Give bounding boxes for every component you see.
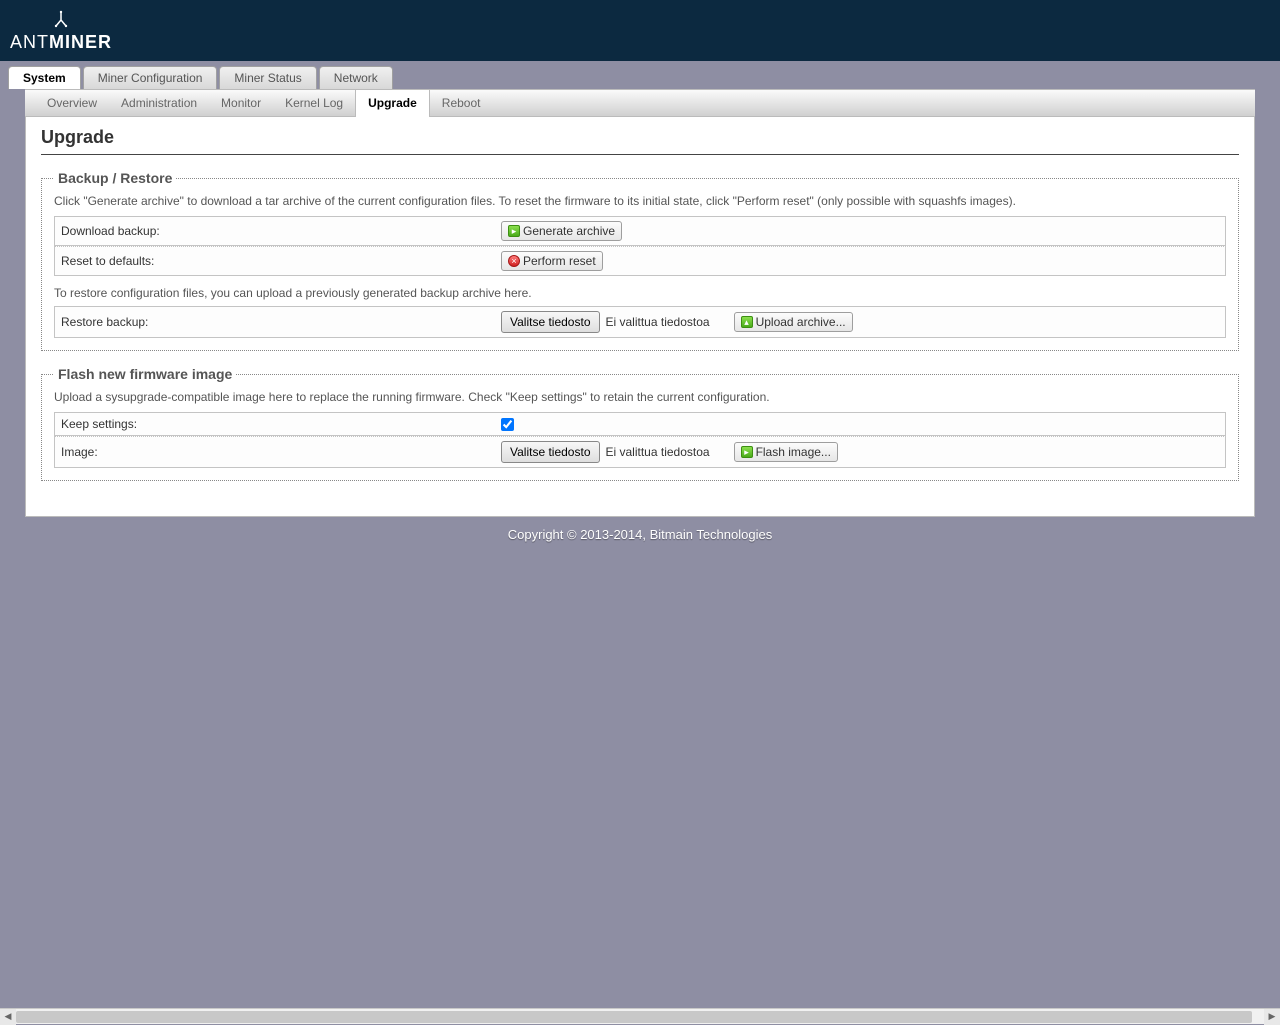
footer: Copyright © 2013-2014, Bitmain Technolog… bbox=[0, 517, 1280, 552]
restore-file-status: Ei valittua tiedostoa bbox=[606, 315, 710, 329]
image-row: Image: Valitse tiedosto Ei valittua tied… bbox=[54, 436, 1226, 468]
generate-archive-label: Generate archive bbox=[523, 224, 615, 238]
content-area: Upgrade Backup / Restore Click "Generate… bbox=[25, 117, 1255, 517]
upload-archive-button[interactable]: ▴ Upload archive... bbox=[734, 312, 853, 332]
scroll-track[interactable] bbox=[16, 1009, 1264, 1025]
backup-description: Click "Generate archive" to download a t… bbox=[54, 194, 1226, 208]
download-backup-row: Download backup: ▸ Generate archive bbox=[54, 216, 1226, 246]
backup-restore-fieldset: Backup / Restore Click "Generate archive… bbox=[41, 170, 1239, 351]
image-file-status: Ei valittua tiedostoa bbox=[606, 445, 710, 459]
subtab-administration[interactable]: Administration bbox=[109, 90, 209, 116]
perform-reset-button[interactable]: × Perform reset bbox=[501, 251, 603, 271]
download-icon: ▸ bbox=[508, 225, 520, 237]
backup-restore-legend: Backup / Restore bbox=[54, 170, 176, 186]
scroll-left-arrow-icon[interactable]: ◀ bbox=[0, 1009, 16, 1025]
subtab-upgrade[interactable]: Upgrade bbox=[355, 90, 430, 117]
flash-icon: ▸ bbox=[741, 446, 753, 458]
flash-image-label: Flash image... bbox=[756, 445, 831, 459]
flash-image-button[interactable]: ▸ Flash image... bbox=[734, 442, 838, 462]
horizontal-scrollbar[interactable]: ◀ ▶ bbox=[0, 1008, 1280, 1024]
reset-icon: × bbox=[508, 255, 520, 267]
page-title: Upgrade bbox=[41, 127, 1239, 155]
main-tabs: System Miner Configuration Miner Status … bbox=[0, 61, 1280, 89]
restore-backup-label: Restore backup: bbox=[61, 315, 501, 329]
restore-note: To restore configuration files, you can … bbox=[54, 286, 1226, 300]
scroll-thumb[interactable] bbox=[16, 1011, 1252, 1023]
app-header: ANTMINER bbox=[0, 0, 1280, 61]
upload-icon: ▴ bbox=[741, 316, 753, 328]
logo-icon bbox=[51, 10, 71, 33]
image-label: Image: bbox=[61, 445, 501, 459]
tab-network[interactable]: Network bbox=[319, 66, 393, 89]
perform-reset-label: Perform reset bbox=[523, 254, 596, 268]
scroll-right-arrow-icon[interactable]: ▶ bbox=[1264, 1009, 1280, 1025]
brand-logo: ANTMINER bbox=[10, 10, 112, 51]
subtab-monitor[interactable]: Monitor bbox=[209, 90, 273, 116]
restore-file-button[interactable]: Valitse tiedosto bbox=[501, 311, 600, 333]
brand-name: ANTMINER bbox=[10, 33, 112, 51]
tab-miner-status[interactable]: Miner Status bbox=[219, 66, 316, 89]
main-container: Overview Administration Monitor Kernel L… bbox=[25, 89, 1255, 517]
tab-system[interactable]: System bbox=[8, 66, 81, 89]
subtab-kernel-log[interactable]: Kernel Log bbox=[273, 90, 355, 116]
download-backup-label: Download backup: bbox=[61, 224, 501, 238]
keep-settings-checkbox[interactable] bbox=[501, 418, 514, 431]
flash-description: Upload a sysupgrade-compatible image her… bbox=[54, 390, 1226, 404]
tab-miner-configuration[interactable]: Miner Configuration bbox=[83, 66, 218, 89]
image-file-button[interactable]: Valitse tiedosto bbox=[501, 441, 600, 463]
subtab-overview[interactable]: Overview bbox=[35, 90, 109, 116]
keep-settings-row: Keep settings: bbox=[54, 412, 1226, 436]
reset-defaults-label: Reset to defaults: bbox=[61, 254, 501, 268]
restore-backup-row: Restore backup: Valitse tiedosto Ei vali… bbox=[54, 306, 1226, 338]
reset-defaults-row: Reset to defaults: × Perform reset bbox=[54, 246, 1226, 276]
upload-archive-label: Upload archive... bbox=[756, 315, 846, 329]
sub-tabs: Overview Administration Monitor Kernel L… bbox=[25, 89, 1255, 117]
keep-settings-label: Keep settings: bbox=[61, 417, 501, 431]
flash-firmware-fieldset: Flash new firmware image Upload a sysupg… bbox=[41, 366, 1239, 481]
subtab-reboot[interactable]: Reboot bbox=[430, 90, 493, 116]
generate-archive-button[interactable]: ▸ Generate archive bbox=[501, 221, 622, 241]
flash-firmware-legend: Flash new firmware image bbox=[54, 366, 236, 382]
